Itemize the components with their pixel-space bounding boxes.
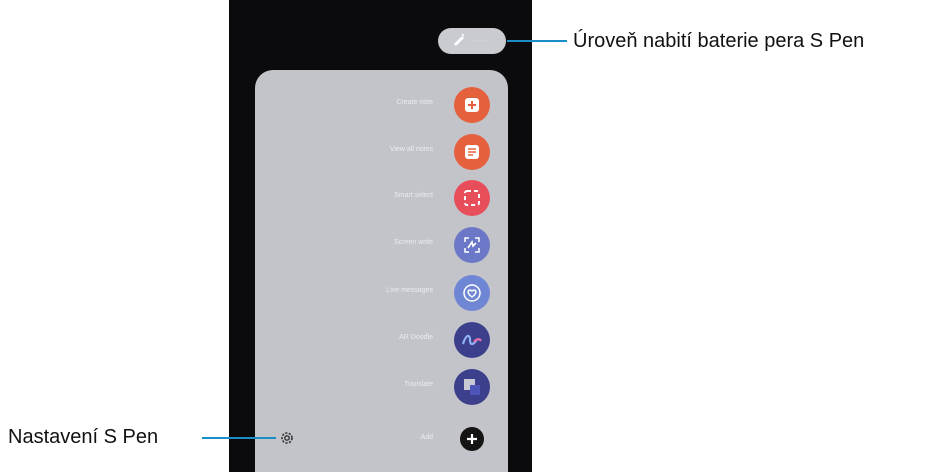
settings-leader-line — [202, 437, 276, 439]
smart-select-icon — [454, 180, 490, 216]
s-pen-icon — [452, 32, 466, 51]
menu-item-label: Screen write — [394, 239, 433, 246]
battery-annotation: Úroveň nabití baterie pera S Pen — [573, 30, 865, 52]
menu-item-label: Translate — [404, 381, 433, 388]
battery-leader-line — [507, 40, 567, 42]
menu-item-smart-select[interactable]: Smart select — [255, 180, 508, 220]
live-messages-icon — [454, 275, 490, 311]
translate-icon — [454, 369, 490, 405]
s-pen-battery-indicator: ····· — [438, 28, 506, 54]
screen-write-icon — [454, 227, 490, 263]
menu-item-label: View all notes — [389, 146, 433, 153]
add-icon — [460, 427, 484, 451]
battery-level-text: ····· — [474, 38, 487, 44]
settings-annotation: Nastavení S Pen — [8, 426, 159, 448]
settings-gear-icon[interactable] — [276, 427, 298, 449]
menu-item-view-all-notes[interactable]: View all notes — [255, 134, 508, 174]
ar-doodle-icon — [454, 322, 490, 358]
menu-item-label: Smart select — [394, 192, 433, 199]
menu-item-ar-doodle[interactable]: AR Doodle — [255, 322, 508, 362]
menu-item-label: Create note — [396, 99, 433, 106]
menu-item-screen-write[interactable]: Screen write — [255, 227, 508, 267]
menu-item-label: AR Doodle — [399, 334, 433, 341]
menu-item-translate[interactable]: Translate — [255, 369, 508, 409]
menu-item-create-note[interactable]: Create note — [255, 87, 508, 127]
air-command-panel: Create note View all notes Smart select … — [255, 70, 508, 472]
create-note-icon — [454, 87, 490, 123]
view-all-notes-icon — [454, 134, 490, 170]
menu-item-label: Live messages — [386, 287, 433, 294]
menu-item-live-messages[interactable]: Live messages — [255, 275, 508, 315]
menu-item-label: Add — [420, 434, 433, 441]
